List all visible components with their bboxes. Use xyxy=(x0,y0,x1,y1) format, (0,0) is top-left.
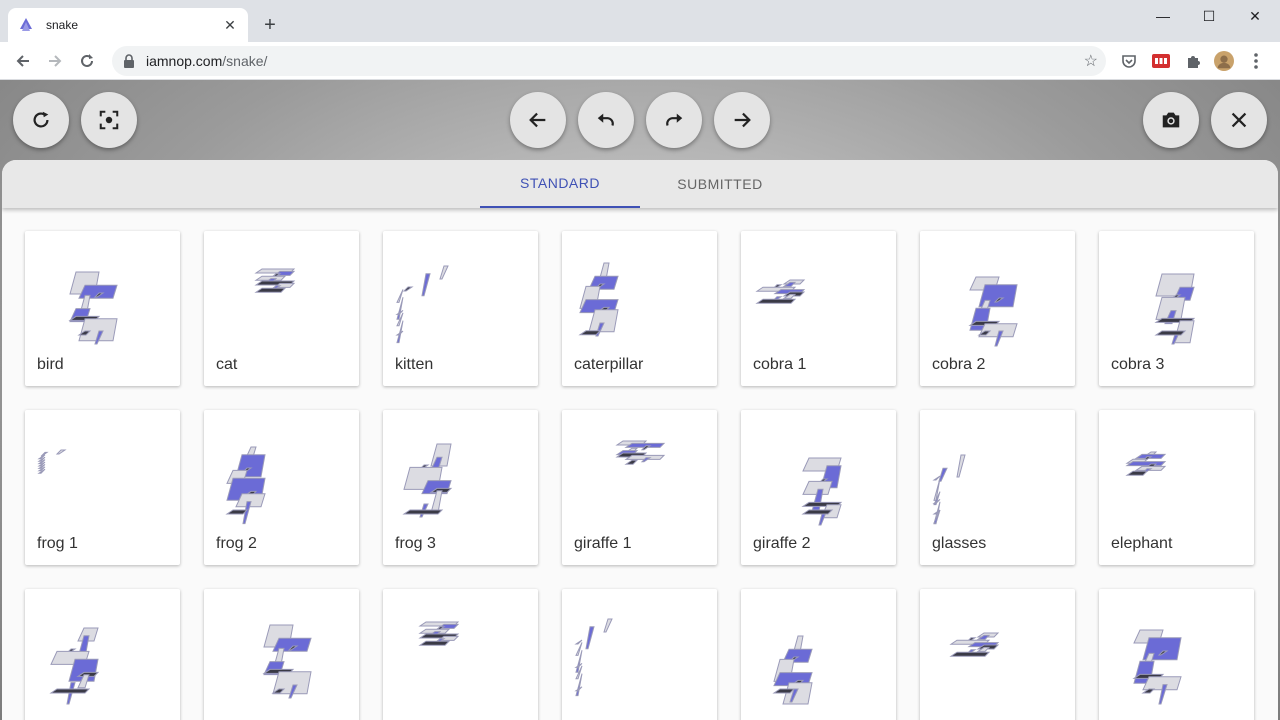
shape-card[interactable]: bird xyxy=(25,231,180,386)
forward-icon[interactable] xyxy=(41,47,69,75)
shape-card[interactable] xyxy=(920,589,1075,720)
shape-card[interactable]: cobra 1 xyxy=(741,231,896,386)
snake-shape-image xyxy=(418,621,460,646)
shape-card[interactable]: frog 2 xyxy=(204,410,359,565)
snake-shape-image xyxy=(1132,629,1182,705)
lock-icon xyxy=(122,54,136,68)
shape-card-label: cobra 1 xyxy=(753,356,807,373)
reset-icon xyxy=(33,111,49,128)
reload-icon[interactable] xyxy=(73,47,101,75)
browser-tab-title: snake xyxy=(46,18,79,32)
tab-standard[interactable]: STANDARD xyxy=(480,160,640,208)
focus-icon xyxy=(99,110,119,130)
shape-card-label: bird xyxy=(37,356,64,373)
previous-arrow-icon xyxy=(529,112,546,128)
shape-card-label: giraffe 2 xyxy=(753,535,811,552)
back-icon[interactable] xyxy=(9,47,37,75)
pocket-icon[interactable] xyxy=(1119,51,1139,71)
shape-card-label: frog 1 xyxy=(37,535,78,552)
minimize-button[interactable]: — xyxy=(1140,0,1186,32)
shape-card-label: frog 2 xyxy=(216,535,257,552)
focus-button[interactable] xyxy=(81,92,137,148)
browser-tab[interactable]: snake ✕ xyxy=(8,8,248,42)
shape-card[interactable]: cobra 3 xyxy=(1099,231,1254,386)
shape-card-label: cat xyxy=(216,356,238,373)
shape-card[interactable] xyxy=(741,589,896,720)
profile-avatar[interactable] xyxy=(1214,51,1234,71)
shape-card-label: glasses xyxy=(932,535,987,552)
shape-card[interactable]: frog 1 xyxy=(25,410,180,565)
window-close-button[interactable]: ✕ xyxy=(1232,0,1278,32)
shape-card-label: frog 3 xyxy=(395,535,436,552)
next-button[interactable] xyxy=(714,92,770,148)
redo-button[interactable] xyxy=(646,92,702,148)
reset-button[interactable] xyxy=(13,92,69,148)
shape-card[interactable]: cat xyxy=(204,231,359,386)
shape-card[interactable] xyxy=(25,589,180,720)
snake-app: STANDARD SUBMITTED bird cat kitten caterpil… xyxy=(0,80,1280,720)
shape-card[interactable]: giraffe 1 xyxy=(562,410,717,565)
undo-button[interactable] xyxy=(578,92,634,148)
camera-icon xyxy=(1162,112,1180,128)
maximize-button[interactable]: ☐ xyxy=(1186,0,1232,32)
menu-kebab-icon[interactable] xyxy=(1246,51,1266,71)
next-arrow-icon xyxy=(734,112,751,128)
tab-close-icon[interactable]: ✕ xyxy=(222,17,238,33)
url-host: iamnop.com xyxy=(146,53,223,69)
shape-card-label: caterpillar xyxy=(574,356,644,373)
bookmark-star-icon[interactable]: ☆ xyxy=(1084,51,1098,71)
browser-tab-bar: snake ✕ + — ☐ ✕ xyxy=(0,0,1280,42)
shape-tabs: STANDARD SUBMITTED xyxy=(2,160,1278,208)
shape-card-label: cobra 2 xyxy=(932,356,986,373)
shape-card[interactable] xyxy=(383,589,538,720)
shape-card[interactable]: frog 3 xyxy=(383,410,538,565)
close-icon xyxy=(1231,112,1247,128)
redo-icon xyxy=(666,113,683,126)
new-tab-button[interactable]: + xyxy=(258,13,282,37)
shape-card-label: kitten xyxy=(395,356,434,373)
snake-shape-image xyxy=(949,632,1000,657)
shape-card[interactable]: cobra 2 xyxy=(920,231,1075,386)
address-bar[interactable]: iamnop.com/snake/ ☆ xyxy=(112,46,1106,76)
shape-card-label: elephant xyxy=(1111,535,1173,552)
shape-card[interactable] xyxy=(562,589,717,720)
shape-card[interactable]: glasses xyxy=(920,410,1075,565)
snake-shape-image xyxy=(49,627,100,705)
screenshot-button[interactable] xyxy=(1143,92,1199,148)
shape-card[interactable]: giraffe 2 xyxy=(741,410,896,565)
url-text: iamnop.com/snake/ xyxy=(146,53,267,69)
shape-card[interactable]: caterpillar xyxy=(562,231,717,386)
browser-toolbar: iamnop.com/snake/ ☆ xyxy=(0,42,1280,80)
site-favicon-icon xyxy=(18,17,34,33)
snake-shape-image xyxy=(772,635,813,705)
shape-card-label: giraffe 1 xyxy=(574,535,632,552)
undo-icon xyxy=(597,113,614,126)
extensions-puzzle-icon[interactable] xyxy=(1183,51,1203,71)
close-button[interactable] xyxy=(1211,92,1267,148)
url-path: /snake/ xyxy=(222,53,268,69)
shape-card[interactable] xyxy=(204,589,359,720)
snake-shape-image xyxy=(574,618,613,697)
snake-shape-image xyxy=(262,624,312,699)
shapes-panel: STANDARD SUBMITTED bird cat kitten caterpil… xyxy=(2,160,1278,720)
shape-card[interactable]: elephant xyxy=(1099,410,1254,565)
shape-card[interactable]: kitten xyxy=(383,231,538,386)
tab-submitted[interactable]: SUBMITTED xyxy=(640,160,800,208)
extension-red-icon[interactable] xyxy=(1151,51,1171,71)
previous-button[interactable] xyxy=(510,92,566,148)
shape-card[interactable] xyxy=(1099,589,1254,720)
shape-card-label: cobra 3 xyxy=(1111,356,1165,373)
